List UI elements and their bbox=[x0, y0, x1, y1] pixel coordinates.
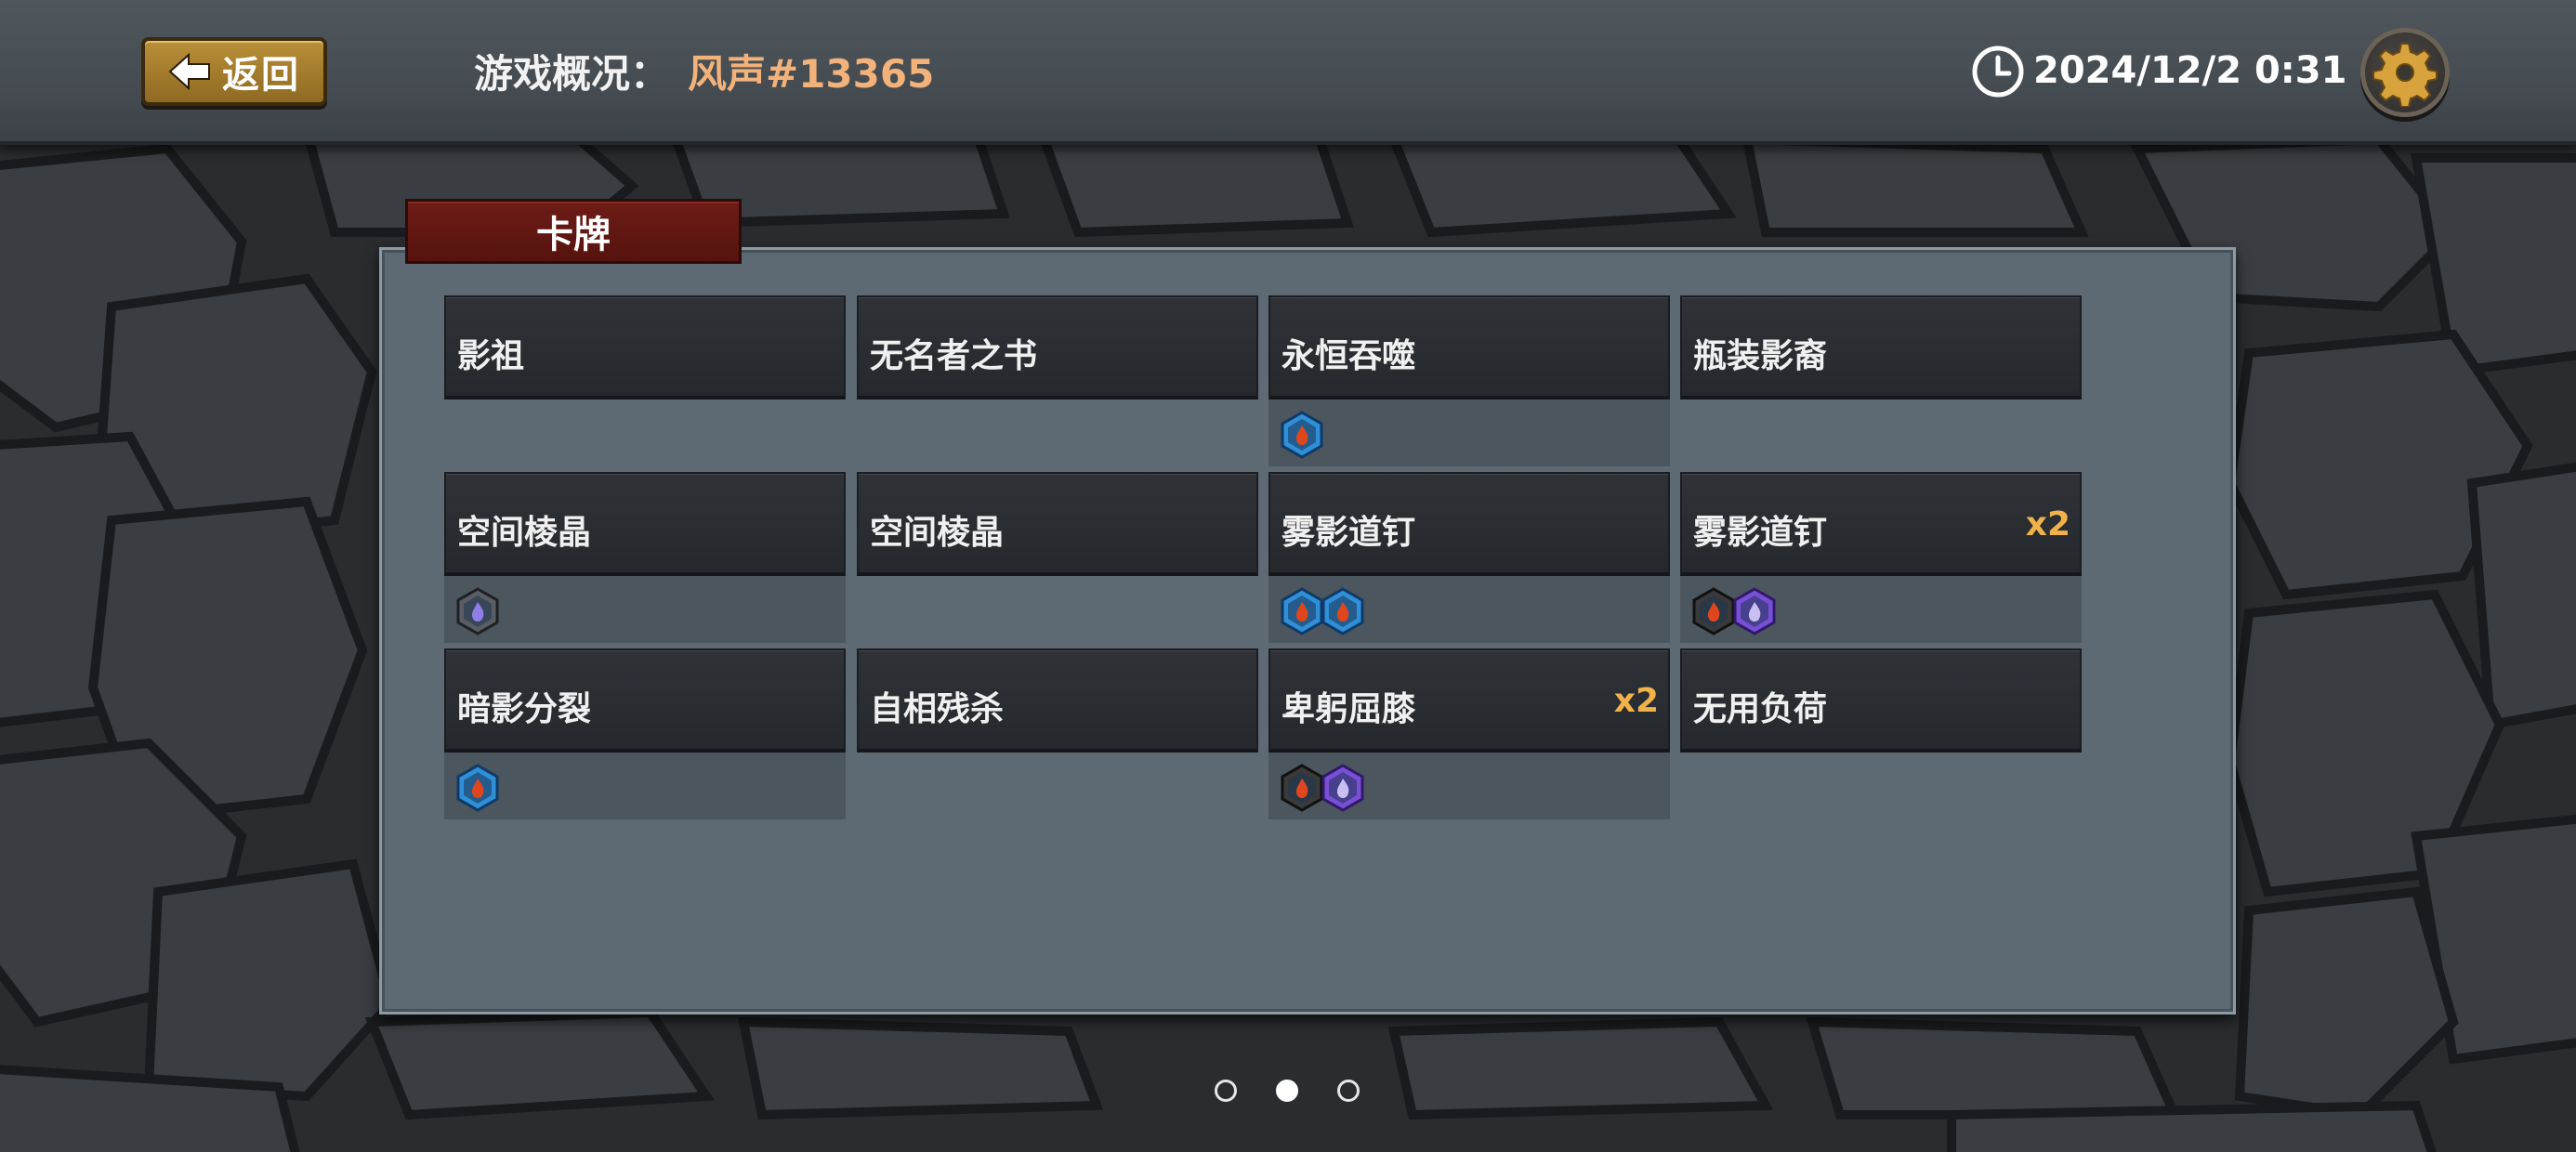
card-12[interactable]: 无用负荷 bbox=[1680, 648, 2082, 753]
gear-icon bbox=[2372, 43, 2438, 107]
card-name: 无名者之书 bbox=[870, 337, 1038, 375]
dark-hex-icon[interactable] bbox=[1691, 587, 1736, 635]
blue-hex-icon[interactable] bbox=[1280, 587, 1324, 635]
card-token-tray bbox=[1268, 576, 1670, 643]
settings-button[interactable] bbox=[2360, 28, 2450, 117]
card-name: 卑躬屈膝 bbox=[1281, 690, 1416, 728]
card-token-tray bbox=[444, 753, 846, 819]
dark-hex-icon[interactable] bbox=[1280, 764, 1324, 812]
card-token-tray bbox=[1268, 753, 1670, 819]
card-count: x2 bbox=[2025, 505, 2070, 543]
panel-tab-cards: 卡牌 bbox=[405, 199, 742, 264]
blue-hex-icon[interactable] bbox=[1280, 411, 1324, 459]
page-dot-2[interactable] bbox=[1276, 1080, 1298, 1102]
card-name: 暗影分裂 bbox=[457, 690, 592, 728]
card-name: 影祖 bbox=[457, 337, 525, 375]
back-button[interactable]: 返回 bbox=[141, 37, 327, 106]
card-token-tray bbox=[444, 576, 846, 643]
card-name: 无用负荷 bbox=[1693, 690, 1828, 728]
card-count: x2 bbox=[1613, 682, 1659, 720]
card-name: 空间棱晶 bbox=[870, 514, 1005, 552]
card-3[interactable]: 永恒吞噬 bbox=[1268, 295, 1670, 399]
card-6[interactable]: 空间棱晶 bbox=[857, 472, 1258, 576]
card-7[interactable]: 雾影道钉 bbox=[1268, 472, 1670, 576]
page-dot-3[interactable] bbox=[1337, 1080, 1360, 1102]
back-button-label: 返回 bbox=[222, 54, 300, 97]
top-bar: 返回 游戏概况： 风声#13365 2024/12/2 0:31 bbox=[0, 0, 2576, 145]
datetime-label: 2024/12/2 0:31 bbox=[2033, 49, 2347, 92]
game-id: 风声#13365 bbox=[688, 51, 935, 97]
blue-hex-icon[interactable] bbox=[455, 764, 500, 812]
card-token-tray bbox=[1268, 399, 1670, 466]
page-dot-1[interactable] bbox=[1215, 1080, 1237, 1102]
card-11[interactable]: 卑躬屈膝 x2 bbox=[1268, 648, 1670, 753]
card-name: 空间棱晶 bbox=[457, 514, 592, 552]
purple-hex-icon[interactable] bbox=[1732, 587, 1777, 635]
card-2[interactable]: 无名者之书 bbox=[857, 295, 1258, 399]
card-4[interactable]: 瓶装影裔 bbox=[1680, 295, 2082, 399]
card-name: 自相残杀 bbox=[870, 690, 1005, 728]
back-arrow-icon bbox=[168, 53, 210, 90]
purple-hex-icon[interactable] bbox=[1321, 764, 1365, 812]
game-overview-label: 游戏概况： bbox=[474, 51, 670, 97]
card-name: 雾影道钉 bbox=[1281, 514, 1416, 552]
card-8[interactable]: 雾影道钉 x2 bbox=[1680, 472, 2082, 576]
clock-icon bbox=[1972, 46, 2024, 98]
card-name: 永恒吞噬 bbox=[1281, 337, 1416, 375]
card-10[interactable]: 自相残杀 bbox=[857, 648, 1258, 753]
gray-hex-icon[interactable] bbox=[455, 587, 500, 635]
card-token-tray bbox=[1680, 576, 2082, 643]
card-5[interactable]: 空间棱晶 bbox=[444, 472, 846, 576]
card-1[interactable]: 影祖 bbox=[444, 295, 846, 399]
card-name: 瓶装影裔 bbox=[1693, 337, 1828, 375]
card-9[interactable]: 暗影分裂 bbox=[444, 648, 846, 753]
card-name: 雾影道钉 bbox=[1693, 514, 1828, 552]
blue-hex-icon[interactable] bbox=[1321, 587, 1365, 635]
